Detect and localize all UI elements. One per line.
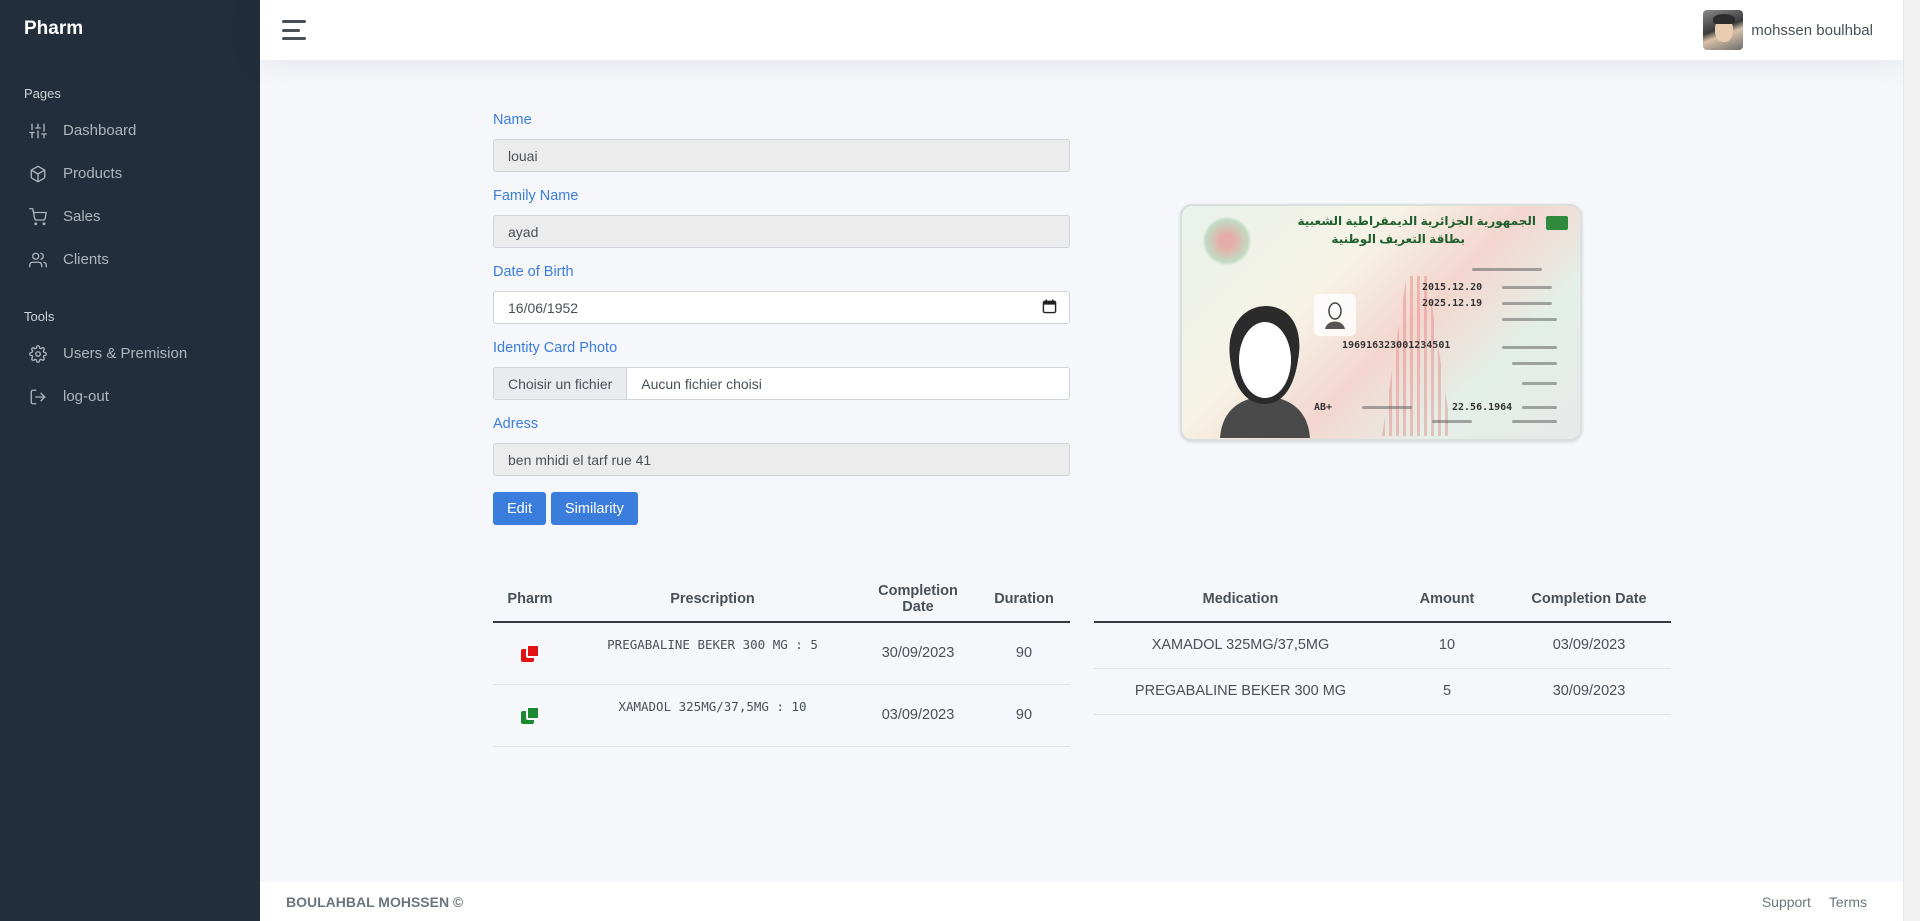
menu-toggle-icon[interactable] bbox=[282, 20, 308, 40]
dob-value: 16/06/1952 bbox=[508, 299, 579, 316]
column-header: Pharm bbox=[493, 576, 567, 623]
sidebar-item-users-permission[interactable]: Users & Premision bbox=[0, 332, 260, 375]
copy-icon[interactable] bbox=[520, 643, 540, 663]
page-scrollbar[interactable] bbox=[1903, 0, 1920, 921]
sidebar-item-label: Clients bbox=[63, 251, 109, 268]
id-photo-input[interactable]: Choisir un fichier Aucun fichier choisi bbox=[493, 367, 1070, 400]
settings-icon bbox=[28, 344, 48, 364]
sidebar-header-pages: Pages bbox=[24, 86, 61, 101]
sidebar-item-dashboard[interactable]: Dashboard bbox=[0, 109, 260, 152]
prescription-cell: PREGABALINE BEKER 300 MG : 5 bbox=[567, 622, 858, 685]
users-icon bbox=[28, 250, 48, 270]
table-row: XAMADOL 325MG/37,5MG : 10 03/09/2023 90 bbox=[493, 684, 1070, 747]
medications-table: Medication Amount Completion Date XAMADO… bbox=[1094, 576, 1671, 715]
sidebar-item-label: Products bbox=[63, 165, 123, 182]
sidebar-item-products[interactable]: Products bbox=[0, 152, 260, 195]
table-row: PREGABALINE BEKER 300 MG : 5 30/09/2023 … bbox=[493, 622, 1070, 685]
status-color-front bbox=[526, 644, 540, 659]
client-form: Name louai Family Name ayad Date of Birt… bbox=[493, 112, 1070, 525]
choose-file-button[interactable]: Choisir un fichier bbox=[494, 368, 628, 399]
id-card-subheader: بطاقة التعريف الوطنية bbox=[1331, 232, 1465, 246]
table-header-row: Medication Amount Completion Date bbox=[1094, 576, 1671, 623]
duration-cell: 90 bbox=[978, 684, 1070, 747]
sliders-icon bbox=[28, 121, 48, 141]
id-card-header: الجمهورية الجزائرية الديمقراطية الشعبية bbox=[1297, 214, 1536, 228]
copy-icon[interactable] bbox=[520, 705, 540, 725]
sidebar-item-label: Dashboard bbox=[63, 122, 137, 139]
package-icon bbox=[28, 164, 48, 184]
id-card-image: الجمهورية الجزائرية الديمقراطية الشعبية … bbox=[1180, 204, 1582, 441]
log-out-icon bbox=[28, 387, 48, 407]
name-field[interactable]: louai bbox=[493, 139, 1070, 172]
column-header: Prescription bbox=[567, 576, 858, 623]
user-name: mohssen boulhbal bbox=[1751, 21, 1873, 39]
amount-cell: 5 bbox=[1387, 668, 1507, 715]
table-row: PREGABALINE BEKER 300 MG 5 30/09/2023 bbox=[1094, 668, 1671, 715]
name-label: Name bbox=[493, 112, 532, 128]
support-link[interactable]: Support bbox=[1762, 894, 1811, 910]
column-header: Completion Date bbox=[858, 576, 978, 623]
id-card-date2: 2025.12.19 bbox=[1422, 298, 1483, 309]
similarity-button[interactable]: Similarity bbox=[551, 492, 638, 525]
completion-date-cell: 30/09/2023 bbox=[1507, 668, 1671, 715]
medication-cell: PREGABALINE BEKER 300 MG bbox=[1094, 668, 1387, 715]
brand-logo[interactable]: Pharm bbox=[0, 0, 260, 58]
edit-button[interactable]: Edit bbox=[493, 492, 546, 525]
status-color-front bbox=[526, 706, 540, 720]
footer-copyright: BOULAHBAL MOHSSEN © bbox=[286, 893, 464, 910]
id-card-birth: 22.56.1964 bbox=[1452, 402, 1513, 413]
column-header: Completion Date bbox=[1507, 576, 1671, 623]
id-card-mini-photo bbox=[1314, 294, 1356, 336]
sidebar-item-clients[interactable]: Clients bbox=[0, 238, 260, 281]
sidebar: Pharm Pages Dashboard Products Sales Cli… bbox=[0, 0, 260, 921]
table-row: XAMADOL 325MG/37,5MG 10 03/09/2023 bbox=[1094, 622, 1671, 669]
file-status: Aucun fichier choisi bbox=[641, 375, 762, 392]
column-header: Medication bbox=[1094, 576, 1387, 623]
sidebar-item-label: Users & Premision bbox=[63, 345, 188, 362]
id-photo-label: Identity Card Photo bbox=[493, 340, 618, 356]
table-header-row: Pharm Prescription Completion Date Durat… bbox=[493, 576, 1070, 623]
column-header: Amount bbox=[1387, 576, 1507, 623]
sidebar-item-label: Sales bbox=[63, 208, 101, 225]
address-label: Adress bbox=[493, 416, 539, 432]
completion-date-cell: 30/09/2023 bbox=[858, 622, 978, 685]
family-name-label: Family Name bbox=[493, 188, 579, 204]
prescriptions-table: Pharm Prescription Completion Date Durat… bbox=[493, 576, 1070, 747]
calendar-icon[interactable] bbox=[1042, 298, 1057, 317]
dob-label: Date of Birth bbox=[493, 264, 574, 280]
duration-cell: 90 bbox=[978, 622, 1070, 685]
id-card-photo-silhouette bbox=[1220, 306, 1310, 438]
id-card-nin: 196916323001234501 bbox=[1342, 340, 1451, 351]
sidebar-item-sales[interactable]: Sales bbox=[0, 195, 260, 238]
medication-cell: XAMADOL 325MG/37,5MG bbox=[1094, 622, 1387, 669]
terms-link[interactable]: Terms bbox=[1829, 894, 1867, 910]
user-menu[interactable]: mohssen boulhbal bbox=[1703, 10, 1873, 50]
shopping-cart-icon bbox=[28, 207, 48, 227]
prescription-cell: XAMADOL 325MG/37,5MG : 10 bbox=[567, 684, 858, 747]
dob-field[interactable]: 16/06/1952 bbox=[493, 291, 1070, 324]
topbar: mohssen boulhbal bbox=[260, 0, 1903, 60]
id-card-date1: 2015.12.20 bbox=[1422, 282, 1483, 293]
amount-cell: 10 bbox=[1387, 622, 1507, 669]
sidebar-header-tools: Tools bbox=[24, 309, 55, 324]
avatar bbox=[1703, 10, 1744, 50]
footer: BOULAHBAL MOHSSEN © Support Terms bbox=[260, 882, 1903, 921]
sidebar-item-logout[interactable]: log-out bbox=[0, 375, 260, 418]
sidebar-item-label: log-out bbox=[63, 388, 109, 405]
family-name-field[interactable]: ayad bbox=[493, 215, 1070, 248]
column-header: Duration bbox=[978, 576, 1070, 623]
completion-date-cell: 03/09/2023 bbox=[858, 684, 978, 747]
address-field[interactable]: ben mhidi el tarf rue 41 bbox=[493, 443, 1070, 476]
completion-date-cell: 03/09/2023 bbox=[1507, 622, 1671, 669]
